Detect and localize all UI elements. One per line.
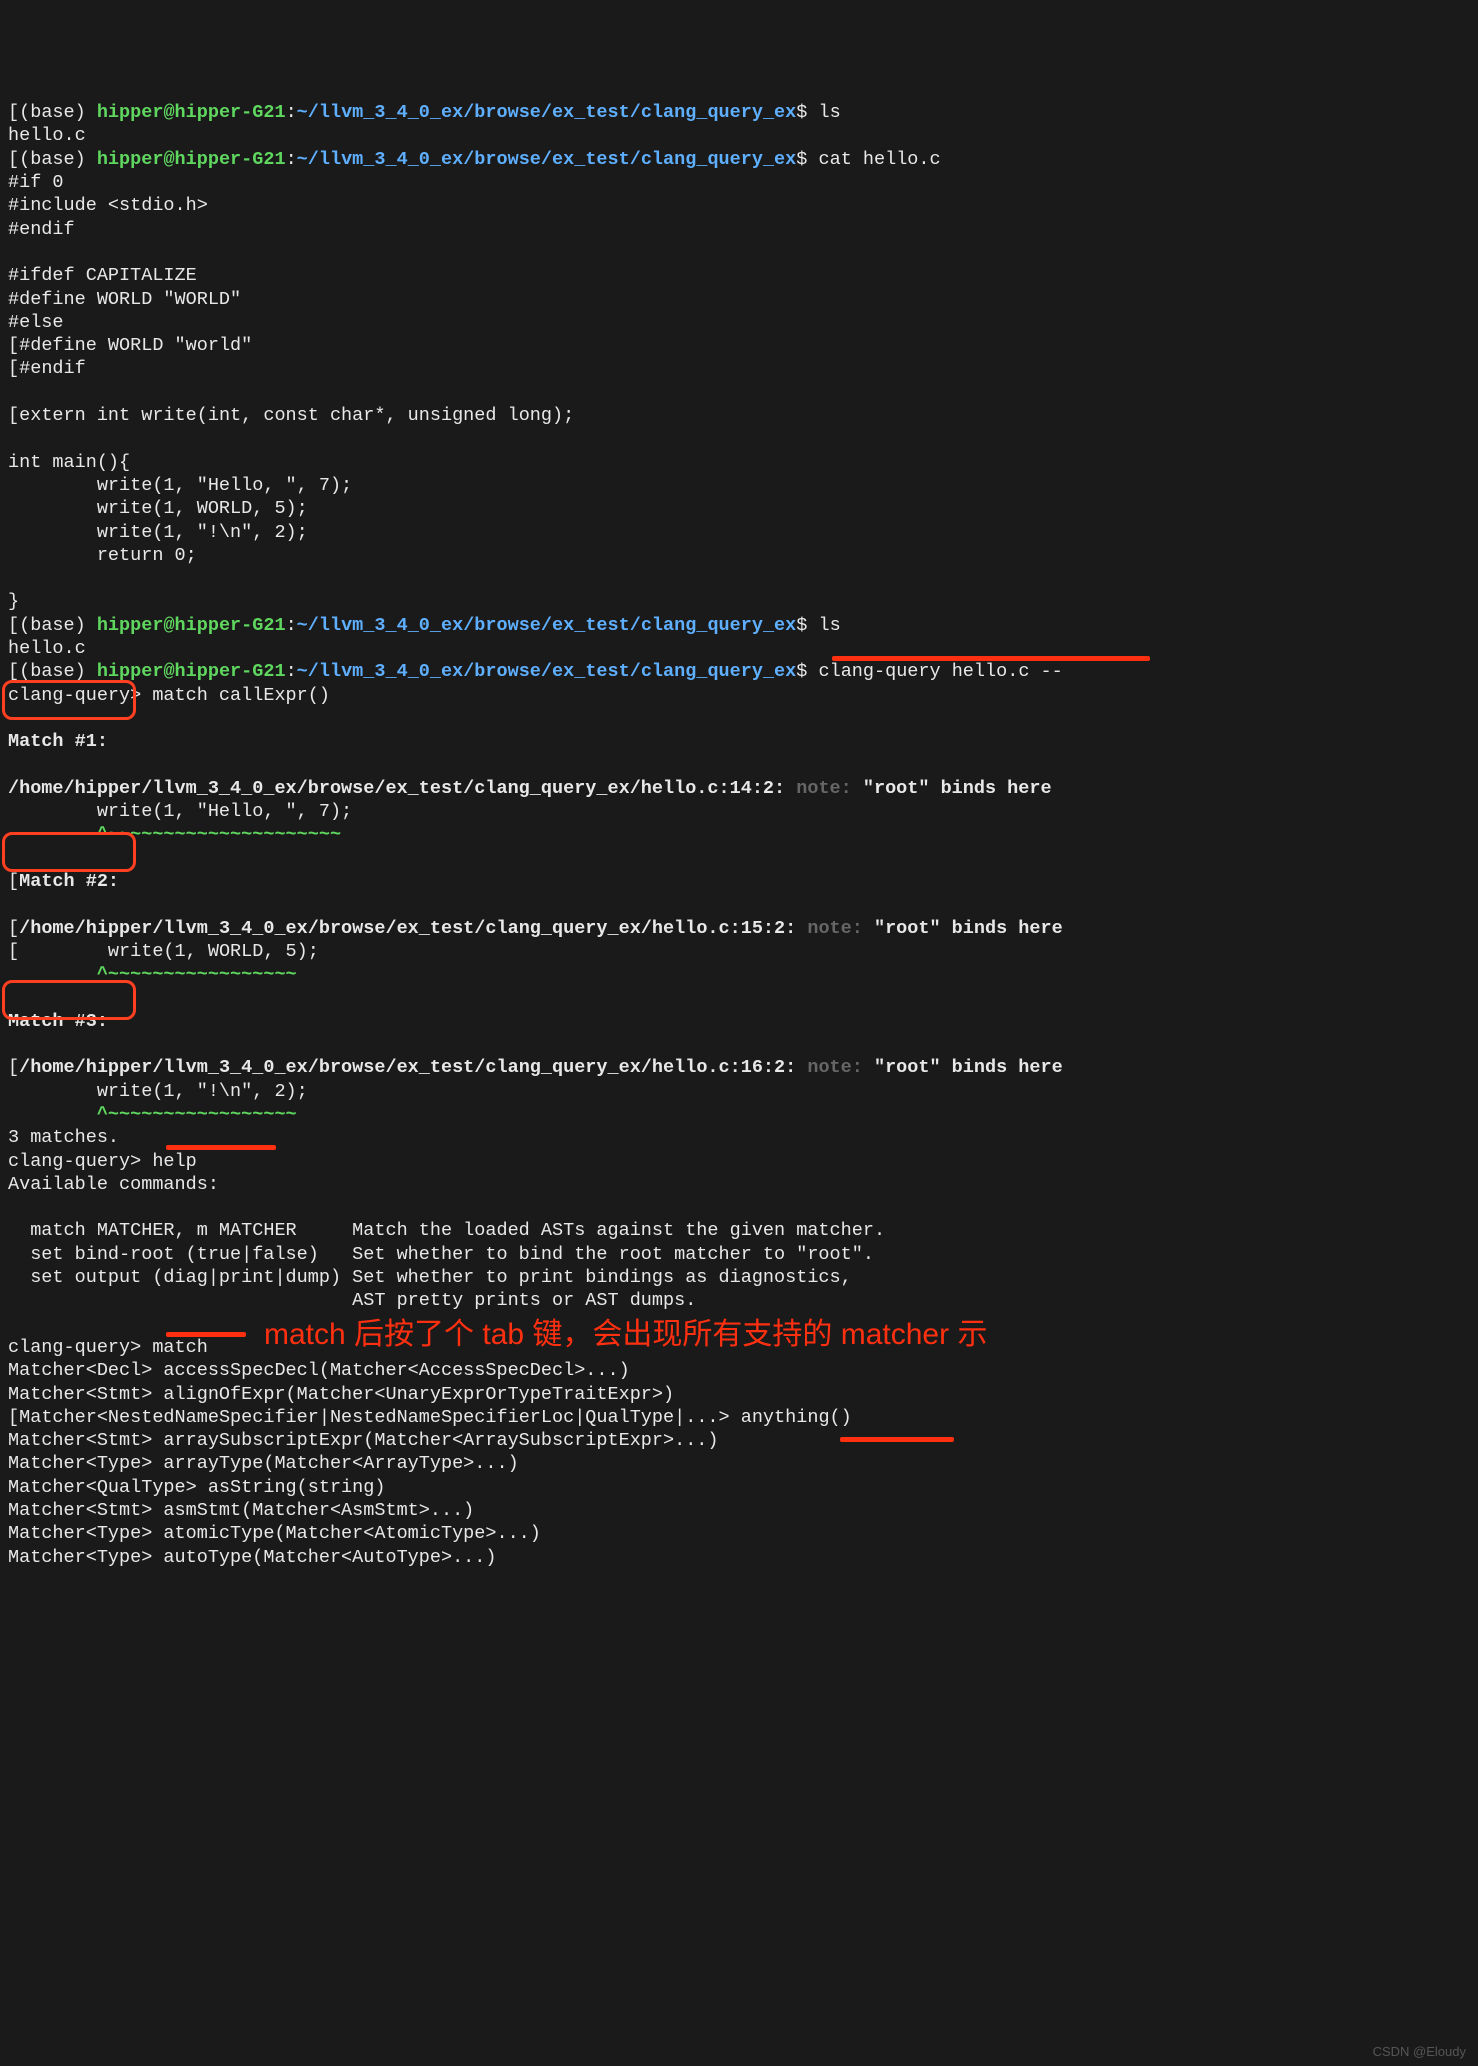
match-title: Match #3: [8,1011,108,1032]
src-line: #endif [19,358,86,379]
match-title: Match #2: [19,871,119,892]
carets: ^~~~~~~~~~~~~~~~~~ [8,964,297,985]
clang-query-prompt[interactable]: clang-query> help [8,1151,197,1172]
terminal-output: [(base) hipper@hipper-G21:~/llvm_3_4_0_e… [8,101,1470,1569]
help-line: set output (diag|print|dump) Set whether… [8,1267,852,1288]
output-line: hello.c [8,125,86,146]
command[interactable]: cat hello.c [818,149,940,170]
src-line: #include <stdio.h> [8,195,208,216]
src-line: int main(){ [8,452,130,473]
command[interactable]: clang-query hello.c -- [818,661,1062,682]
env-tag: (base) [19,102,97,123]
match-code: write(1, "!\n", 2); [8,1081,308,1102]
match-location: /home/hipper/llvm_3_4_0_ex/browse/ex_tes… [19,918,796,939]
match-count: 3 matches. [8,1127,119,1148]
matcher-suggestion: Matcher<QualType> asString(string) [8,1477,385,1498]
match-code: write(1, WORLD, 5); [19,941,319,962]
matcher-suggestion: Matcher<Type> autoType(Matcher<AutoType>… [8,1547,496,1568]
src-line: #define WORLD "WORLD" [8,289,241,310]
src-line: #endif [8,219,75,240]
src-line: write(1, WORLD, 5); [8,498,308,519]
src-line: #if 0 [8,172,64,193]
help-line: AST pretty prints or AST dumps. [8,1290,696,1311]
carets: ^~~~~~~~~~~~~~~~~~~~~~ [8,824,341,845]
matcher-suggestion: Matcher<Type> atomicType(Matcher<AtomicT… [8,1523,541,1544]
bracket: [ [8,102,19,123]
command[interactable]: ls [818,102,840,123]
matcher-suggestion: Matcher<Stmt> alignOfExpr(Matcher<UnaryE… [8,1384,674,1405]
src-line: return 0; [8,545,197,566]
watermark: CSDN @Eloudy [1373,2044,1466,2060]
command[interactable]: ls [818,615,840,636]
help-line: match MATCHER, m MATCHER Match the loade… [8,1220,885,1241]
clang-query-prompt[interactable]: clang-query> match [8,1337,219,1358]
carets: ^~~~~~~~~~~~~~~~~~ [8,1104,297,1125]
match-location: /home/hipper/llvm_3_4_0_ex/browse/ex_tes… [8,778,785,799]
src-line: extern int write(int, const char*, unsig… [19,405,574,426]
src-line: write(1, "!\n", 2); [8,522,308,543]
match-location: /home/hipper/llvm_3_4_0_ex/browse/ex_tes… [19,1057,796,1078]
src-line: write(1, "Hello, ", 7); [8,475,352,496]
matcher-suggestion: Matcher<Decl> accessSpecDecl(Matcher<Acc… [8,1360,630,1381]
help-header: Available commands: [8,1174,219,1195]
src-line: #define WORLD "world" [19,335,252,356]
src-line: #else [8,312,64,333]
match-code: write(1, "Hello, ", 7); [8,801,352,822]
match-title: Match #1: [8,731,108,752]
user-host: hipper@hipper-G21 [97,102,286,123]
src-line: #ifdef CAPITALIZE [8,265,197,286]
output-line: hello.c [8,638,86,659]
matcher-suggestion: Matcher<Stmt> arraySubscriptExpr(Matcher… [8,1430,719,1451]
src-line: } [8,591,19,612]
matcher-suggestion: Matcher<Type> arrayType(Matcher<ArrayTyp… [8,1453,519,1474]
matcher-suggestion: Matcher<Stmt> asmStmt(Matcher<AsmStmt>..… [8,1500,474,1521]
cwd: ~/llvm_3_4_0_ex/browse/ex_test/clang_que… [297,102,797,123]
help-line: set bind-root (true|false) Set whether t… [8,1244,874,1265]
matcher-suggestion: Matcher<NestedNameSpecifier|NestedNameSp… [19,1407,852,1428]
clang-query-prompt[interactable]: clang-query> match callExpr() [8,685,330,706]
